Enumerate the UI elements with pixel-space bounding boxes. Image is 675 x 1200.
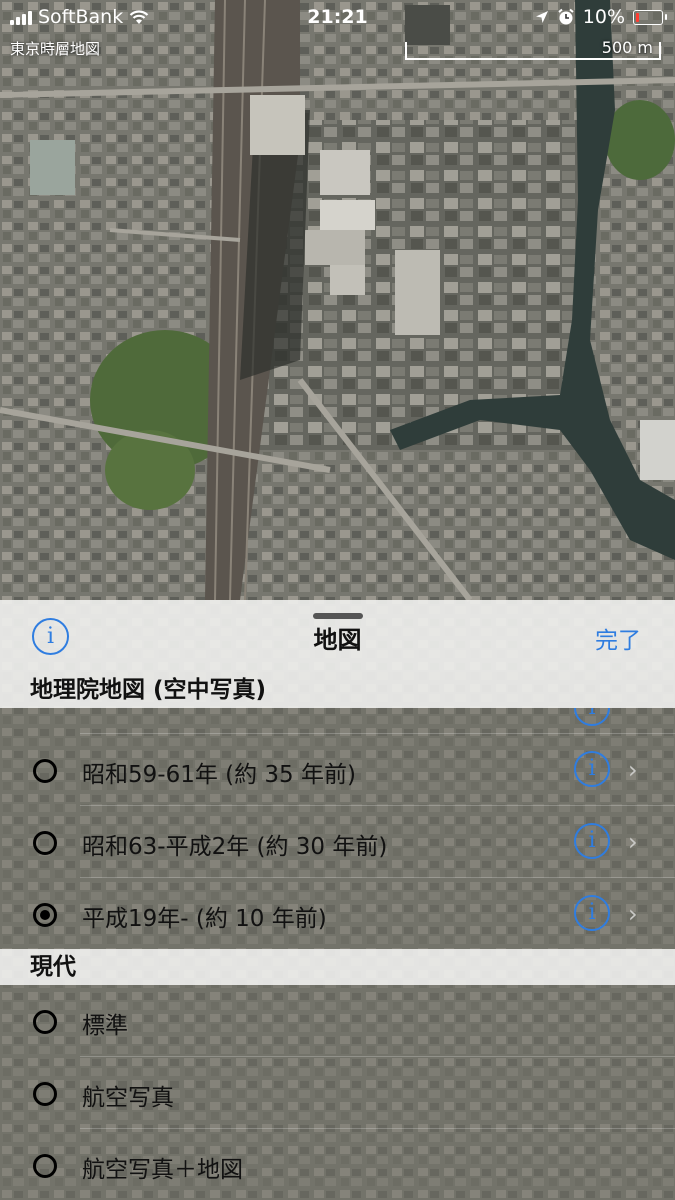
list-item-label: 標準: [82, 1013, 128, 1039]
app-name-label: 東京時層地図: [10, 40, 101, 58]
list-item-label: 昭和63-平成2年 (約 30 年前): [82, 834, 388, 860]
info-icon[interactable]: i: [574, 708, 610, 726]
list-item-standard[interactable]: 標準: [0, 985, 675, 1057]
list-item-aerial-photo[interactable]: 航空写真: [0, 1057, 675, 1129]
list-item-partial[interactable]: i: [0, 708, 675, 734]
list-item-showa-59-61[interactable]: 昭和59-61年 (約 35 年前) i ›: [0, 734, 675, 806]
location-arrow-icon: [535, 11, 548, 23]
list-item-label: 航空写真＋地図: [82, 1157, 243, 1183]
map-scale-bar: 500 m: [405, 38, 661, 60]
radio-button-selected[interactable]: [33, 903, 57, 927]
radio-button[interactable]: [33, 831, 57, 855]
info-icon[interactable]: i: [574, 823, 610, 859]
list-item-aerial-photo-map[interactable]: 航空写真＋地図: [0, 1129, 675, 1200]
info-icon[interactable]: i: [574, 895, 610, 931]
status-right: 10%: [535, 6, 667, 28]
scale-label: 500 m: [601, 38, 653, 57]
list-item-showa-63-heisei-2[interactable]: 昭和63-平成2年 (約 30 年前) i ›: [0, 806, 675, 878]
radio-button[interactable]: [33, 1010, 57, 1034]
section-header-modern: 現代: [0, 949, 675, 985]
list-item-label: 昭和59-61年 (約 35 年前): [82, 762, 356, 788]
done-button[interactable]: 完了: [595, 621, 641, 655]
chevron-right-icon: ›: [628, 756, 638, 784]
list-item-label: 平成19年- (約 10 年前): [82, 906, 327, 932]
chevron-right-icon: ›: [628, 900, 638, 928]
list-item-heisei-19[interactable]: 平成19年- (約 10 年前) i ›: [0, 878, 675, 950]
sheet-header: i 地図 完了: [0, 600, 675, 672]
list-item-label: 航空写真: [82, 1085, 174, 1111]
map-selection-sheet: i 昭和59-61年 (約 35 年前) i › 昭和63-平成2年 (約 30…: [0, 600, 675, 1200]
status-bar: SoftBank 21:21 10%: [0, 0, 675, 36]
section-header-gsi-aerial: 地理院地図 (空中写真): [0, 672, 675, 708]
battery-icon: [633, 9, 667, 25]
info-icon[interactable]: i: [574, 751, 610, 787]
radio-button[interactable]: [33, 759, 57, 783]
alarm-icon: [558, 8, 574, 25]
radio-button[interactable]: [33, 1082, 57, 1106]
sheet-title: 地図: [313, 626, 362, 654]
chevron-right-icon: ›: [628, 828, 638, 856]
sheet-grabber-handle[interactable]: [313, 613, 363, 619]
radio-button[interactable]: [33, 1154, 57, 1178]
battery-percent: 10%: [582, 6, 625, 28]
